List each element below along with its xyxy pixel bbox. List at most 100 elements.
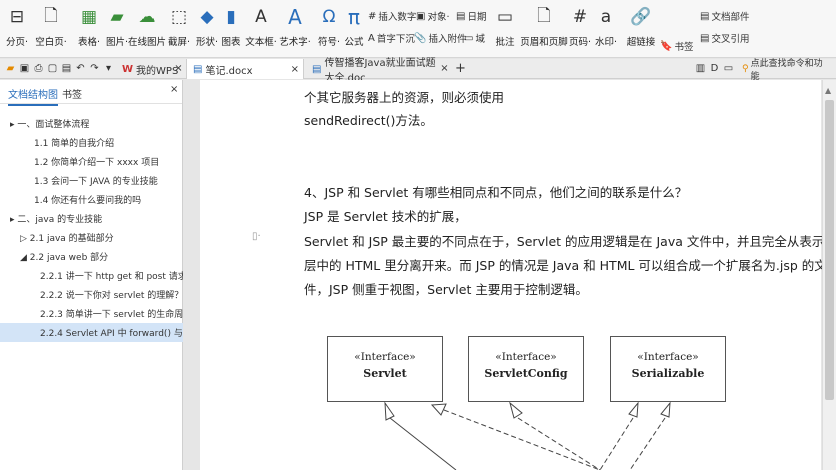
shape-button[interactable]: ◆ 形状· (194, 2, 220, 54)
navigation-pane: 文档结构图 书签 × ▸ 一、面试整体流程 1.1 简单的自我介绍 1.2 你简单介… (0, 80, 183, 470)
textbox-icon: A (255, 7, 267, 27)
vertical-scrollbar[interactable]: ▲ (822, 80, 836, 470)
attachment-button[interactable]: 📎 插入附件 (414, 30, 466, 46)
wordart-icon: A (288, 5, 302, 29)
panel-icon[interactable]: ▥ (694, 62, 707, 75)
tab-doc-notes[interactable]: ▤ 笔记.docx × (186, 59, 304, 79)
search-pin-icon: ⚲ (742, 64, 749, 74)
picture-icon: ▰ (110, 7, 124, 27)
command-search[interactable]: ⚲ 点此查找命令和功能 (736, 59, 836, 82)
shape-icon: ◆ (200, 7, 214, 27)
number-icon: # (368, 10, 377, 22)
document-tab-bar: ▰ ▣ ⎙ ▢ ▤ ↶ ↷ ▾ W 我的WPS × ▤ 笔记.docx × ▤ 传智播客… (0, 58, 836, 84)
page-number-button[interactable]: # 页码· (568, 2, 592, 54)
outline-item[interactable]: ▸ 二、java 的专业技能 (0, 209, 183, 228)
close-icon[interactable]: × (170, 84, 178, 95)
preview-icon[interactable]: ▢ (46, 62, 59, 75)
dropcap-button[interactable]: A 首字下沉 (368, 30, 415, 46)
outline-item[interactable]: ▷ 2.1 java 的基础部分 (0, 228, 183, 247)
picture-button[interactable]: ▰ 图片· (104, 2, 130, 54)
field-icon: ▭ (464, 32, 474, 44)
uml-arrows (384, 401, 671, 470)
symbol-button[interactable]: Ω 符号· (316, 2, 342, 54)
scroll-up-icon[interactable]: ▲ (825, 86, 831, 95)
document-page: 个其它服务器上的资源，则必须使用 sendRedirect()方法。 4、JSP… (200, 80, 827, 470)
ribbon-toolbar: ⊟ 分页· 🗋 空白页· ▦ 表格· ▰ 图片· ☁ 在线图片 ⬚ 截屏· ◆ 形状· ▮ 图表… (0, 0, 836, 58)
field-button[interactable]: ▭ 域 (464, 30, 485, 46)
crossref-icon: ▤ (700, 32, 710, 44)
settings-icon[interactable]: ▭ (722, 62, 735, 75)
outline-tree: ▸ 一、面试整体流程 1.1 简单的自我介绍 1.2 你简单介绍一下 xxxx 项目… (0, 114, 183, 342)
header-footer-button[interactable]: 🗋 页眉和页脚 (520, 2, 568, 54)
nav-tabs: 文档结构图 书签 × (0, 80, 182, 106)
wps-logo-icon: W (122, 63, 134, 75)
screenshot-icon: ⬚ (170, 7, 188, 27)
pi-icon: π (347, 5, 361, 29)
object-button[interactable]: ▣ 对象· (416, 8, 449, 24)
hyperlink-button[interactable]: 🔗 超链接 (627, 2, 656, 54)
page-gutter (184, 80, 199, 470)
comment-icon: ▭ (496, 7, 514, 27)
page-break-icon: ⊟ (9, 7, 25, 27)
outline-item[interactable]: 1.1 简单的自我介绍 (0, 133, 183, 152)
close-icon[interactable]: × (172, 62, 185, 75)
object-icon: ▣ (416, 10, 426, 22)
word-doc-icon: ▤ (193, 63, 203, 75)
table-button[interactable]: ▦ 表格· (76, 2, 102, 54)
outline-item[interactable]: 1.4 你还有什么要问我的吗 (0, 190, 183, 209)
tab-outline[interactable]: 文档结构图 (8, 86, 58, 106)
blank-page-button[interactable]: 🗋 空白页· (34, 2, 68, 54)
tab-doc-interview[interactable]: ▤ 传智播客Java就业面试题大全.doc (306, 58, 446, 84)
blank-page-icon: 🗋 (44, 5, 58, 26)
page-number-icon: # (572, 7, 588, 27)
d-icon[interactable]: D (708, 62, 721, 75)
chevron-down-icon[interactable]: ▾ (102, 62, 115, 75)
outline-item[interactable]: ▸ 一、面试整体流程 (0, 114, 183, 133)
page-break-button[interactable]: ⊟ 分页· (4, 2, 30, 54)
insert-number-button[interactable]: # 插入数字 (368, 8, 416, 24)
crossref-button[interactable]: ▤ 交叉引用 (700, 30, 749, 46)
formula-button[interactable]: π 公式 (344, 2, 364, 54)
attachment-icon: 📎 (414, 32, 427, 44)
date-button[interactable]: ▤ 日期 (456, 8, 486, 24)
online-picture-icon: ☁ (138, 7, 156, 27)
new-tab-button[interactable]: + (454, 61, 467, 76)
open-folder-icon[interactable]: ▰ (4, 62, 17, 75)
outline-item[interactable]: 1.2 你简单介绍一下 xxxx 项目 (0, 152, 183, 171)
hyperlink-icon: 🔗 (630, 7, 652, 27)
format-painter-icon[interactable]: ▤ (60, 62, 73, 75)
table-icon: ▦ (80, 7, 98, 27)
calendar-icon: ▤ (456, 10, 466, 22)
doc-parts-button[interactable]: ▤ 文档部件 (700, 8, 749, 24)
close-icon[interactable]: × (291, 64, 299, 75)
undo-icon[interactable]: ↶ (74, 62, 87, 75)
save-icon[interactable]: ▣ (18, 62, 31, 75)
screenshot-button[interactable]: ⬚ 截屏· (166, 2, 192, 54)
close-icon[interactable]: × (438, 62, 451, 75)
outline-item[interactable]: 2.2.3 简单讲一下 servlet 的生命周期... (0, 304, 183, 323)
doc-parts-icon: ▤ (700, 10, 710, 22)
watermark-icon: a (600, 7, 612, 27)
chart-button[interactable]: ▮ 图表 (220, 2, 242, 54)
online-picture-button[interactable]: ☁ 在线图片 (128, 2, 166, 54)
redo-icon[interactable]: ↷ (88, 62, 101, 75)
outline-item[interactable]: 2.2.2 说一下你对 servlet 的理解？... (0, 285, 183, 304)
header-footer-icon: 🗋 (537, 5, 551, 26)
bookmark-button[interactable]: 🔖 书签 (660, 38, 693, 54)
comment-button[interactable]: ▭ 批注 (494, 2, 516, 54)
scrollbar-thumb[interactable] (825, 100, 834, 400)
bookmark-icon: 🔖 (660, 40, 673, 52)
outline-item[interactable]: ◢ 2.2 java web 部分 (0, 247, 183, 266)
outline-item[interactable]: 2.2.4 Servlet API 中 forward() 与 r... (0, 323, 183, 342)
chart-icon: ▮ (226, 7, 236, 27)
textbox-button[interactable]: A 文本框· (245, 2, 277, 54)
omega-icon: Ω (322, 7, 336, 27)
tab-bookmarks[interactable]: 书签 (62, 86, 82, 101)
outline-item[interactable]: 1.3 会问一下 JAVA 的专业技能 (0, 171, 183, 190)
outline-item[interactable]: 2.2.1 讲一下 http get 和 post 请求... (0, 266, 183, 285)
watermark-button[interactable]: a 水印· (594, 2, 618, 54)
print-icon[interactable]: ⎙ (32, 62, 45, 75)
wordart-button[interactable]: A 艺术字· (279, 2, 311, 54)
word-doc-icon: ▤ (312, 63, 322, 75)
dropcap-icon: A (368, 32, 375, 44)
